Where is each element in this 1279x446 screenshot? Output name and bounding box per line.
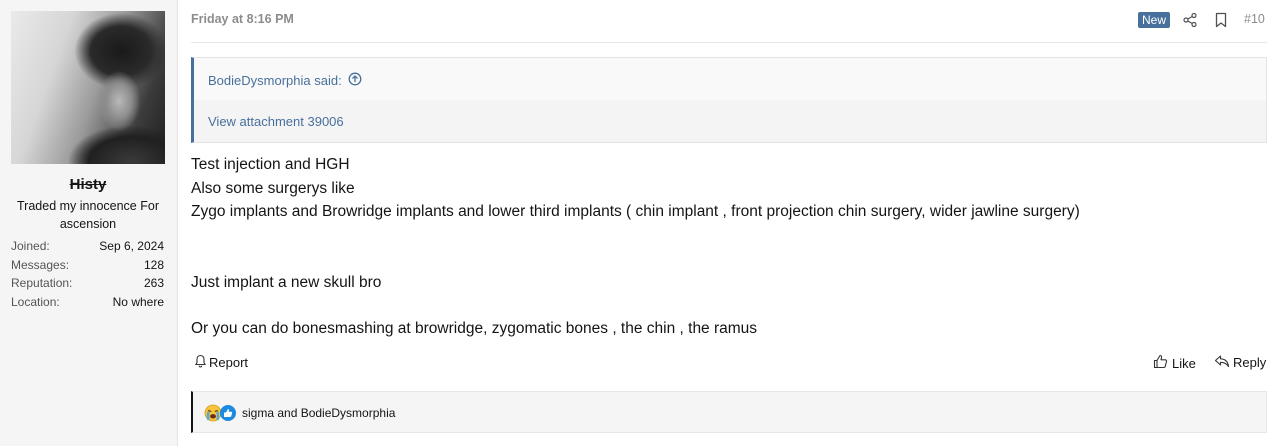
arrow-up-circle-icon[interactable]: [348, 72, 362, 89]
quote-block: BodieDysmorphia said: View attachment 39…: [191, 57, 1267, 143]
quote-header[interactable]: BodieDysmorphia said:: [208, 72, 362, 89]
stat-joined: Joined: Sep 6, 2024: [11, 237, 164, 256]
stat-label: Joined:: [11, 239, 50, 253]
attachment-link[interactable]: View attachment 39006: [208, 114, 344, 129]
post-line: Just implant a new skull bro: [191, 273, 382, 291]
reaction-icons[interactable]: [204, 404, 237, 427]
thumbs-up-icon: [1153, 354, 1168, 372]
panel-notch: [165, 24, 177, 44]
stat-value: No where: [112, 294, 164, 309]
user-panel: Histy Traded my innocence For ascension …: [0, 0, 178, 446]
like-button[interactable]: Like: [1153, 354, 1196, 372]
bookmark-icon[interactable]: [1214, 12, 1228, 28]
reactions-bar: sigma and BodieDysmorphia: [191, 391, 1267, 433]
post-body: Test injection and HGH Also some surgery…: [191, 153, 1267, 341]
bell-icon: [194, 354, 207, 371]
stat-value[interactable]: 128: [144, 256, 164, 275]
user-avatar[interactable]: [11, 11, 165, 164]
post-date[interactable]: Friday at 8:16 PM: [191, 12, 294, 26]
thumbs-up-blue-icon[interactable]: [219, 404, 237, 427]
stat-location: Location: No where: [11, 293, 164, 312]
reply-label: Reply: [1233, 355, 1267, 370]
post-header: Friday at 8:16 PM New #10: [191, 0, 1267, 43]
stat-value: Sep 6, 2024: [99, 239, 164, 253]
post-line: Or you can do bonesmashing at browridge,…: [191, 320, 758, 337]
stat-messages: Messages: 128: [11, 256, 164, 275]
stat-value: 263: [143, 276, 164, 290]
like-label: Like: [1172, 355, 1196, 371]
share-icon[interactable]: [1182, 12, 1198, 28]
user-stats: Joined: Sep 6, 2024 Messages: 128 Reputa…: [11, 237, 164, 311]
quote-body: View attachment 39006: [194, 100, 1266, 142]
post-line: Test injection and HGH: [191, 156, 350, 173]
new-badge: New: [1138, 12, 1171, 28]
post-number[interactable]: #10: [1244, 12, 1265, 26]
post-main: Friday at 8:16 PM New #10 BodieDysmorphi…: [191, 0, 1267, 446]
stat-label: Location:: [11, 294, 60, 309]
post-actions: Report Like Reply: [191, 354, 1267, 372]
quote-author[interactable]: BodieDysmorphia said:: [208, 73, 342, 88]
post-line: Zygo implants and Browridge implants and…: [191, 203, 1080, 220]
reaction-users[interactable]: sigma and BodieDysmorphia: [242, 406, 395, 420]
report-button[interactable]: Report: [194, 354, 248, 371]
report-label: Report: [209, 355, 249, 370]
stat-label: Messages:: [11, 257, 70, 272]
reply-arrow-icon: [1214, 354, 1230, 371]
stat-reputation: Reputation: 263: [11, 274, 164, 293]
username[interactable]: Histy: [0, 176, 176, 193]
stat-label: Reputation:: [11, 276, 73, 290]
reply-button[interactable]: Reply: [1214, 354, 1266, 371]
post-line: Also some surgerys like: [191, 179, 355, 197]
user-title: Traded my innocence For ascension: [17, 199, 159, 231]
